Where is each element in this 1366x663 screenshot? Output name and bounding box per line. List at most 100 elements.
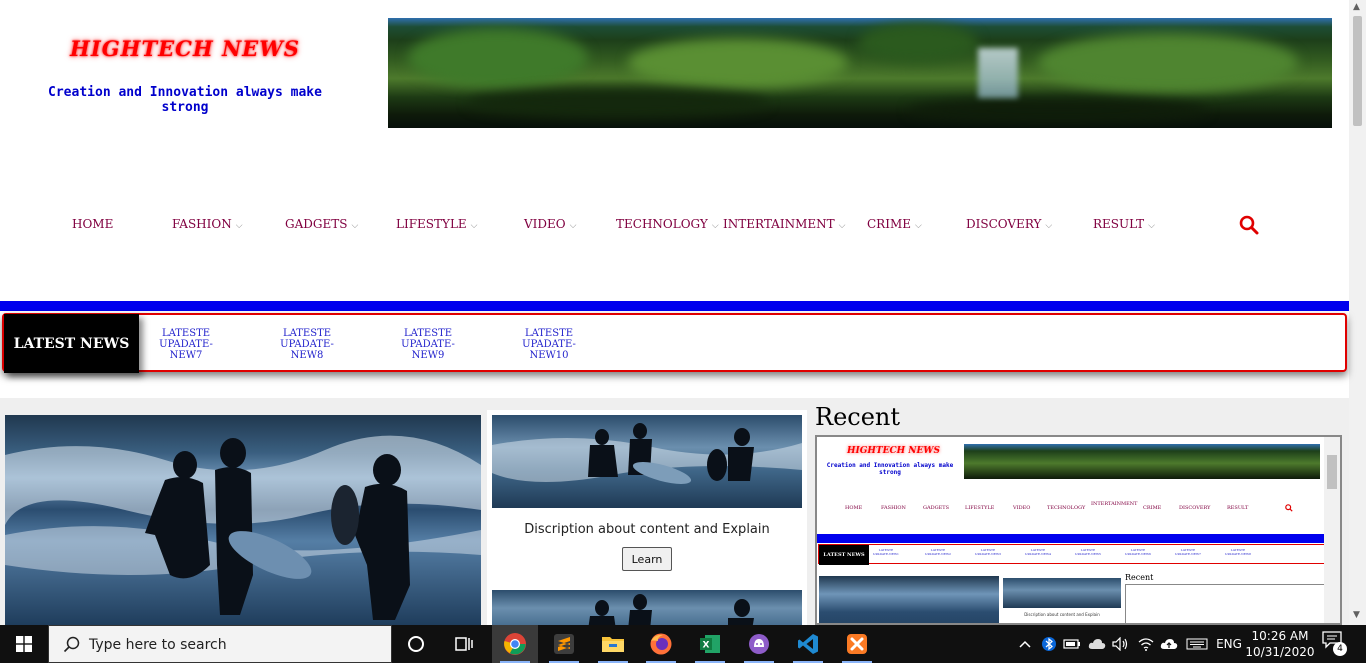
chevron-down-icon: ⌵ [838,221,846,231]
chevron-down-icon: ⌵ [1148,221,1155,231]
nav-technology[interactable]: TECHNOLOGY ⌵ [616,217,719,231]
preview-ticker-item: LATESTE UPADATE-NEW8 [1225,548,1251,556]
github-desktop-icon[interactable] [736,625,782,663]
bluetooth-icon[interactable] [1040,625,1058,663]
preview-recent-heading: Recent [1125,573,1154,582]
nav-intertainment[interactable]: INTERTAINMENT ⌵ [723,217,845,231]
nav-label: GADGETS [285,217,348,231]
preview-tagline: Creation and Innovation always make stro… [826,462,954,476]
taskbar-search[interactable]: Type here to search [48,625,392,663]
excel-icon[interactable]: X [687,625,733,663]
site-tagline: Creation and Innovation always make stro… [48,85,322,115]
recent-heading: Recent [815,403,901,431]
onedrive-cloud-icon[interactable] [1087,625,1107,663]
content-card: Discription about content and Explain Le… [487,410,807,630]
search-placeholder: Type here to search [89,637,227,653]
chevron-down-icon: ⌵ [915,221,922,231]
preview-ticker-item: LATESTE UPADATE-NEW7 [1175,548,1201,556]
page-scrollbar[interactable]: ▲ ▼ [1349,0,1366,625]
clock-time: 10:26 AM [1251,629,1309,643]
preview-nav-item: LIFESTYLE [965,505,995,511]
hero-surfers-image[interactable] [5,415,481,625]
nav-label: HOME [72,217,114,231]
preview-latest-label: LATEST NEWS [819,545,869,565]
preview-nav-item: FASHION [881,505,906,511]
nav-label: FASHION [172,217,232,231]
ticker-item[interactable]: LATESTE UPADATE-NEW9 [388,328,468,361]
vscode-icon[interactable] [785,625,831,663]
browser-viewport: HIGHTECH NEWS Creation and Innovation al… [0,0,1366,663]
preview-ticker-item: LATESTE UPADATE-NEW5 [1075,548,1101,556]
ticker-item[interactable]: LATESTE UPADATE-NEW8 [267,328,347,361]
preview-hero-image [819,576,999,623]
learn-button[interactable]: Learn [622,547,672,571]
nav-video[interactable]: VIDEO ⌵ [524,217,576,231]
card-description: Discription about content and Explain [524,522,770,537]
scroll-up-icon[interactable]: ▲ [1353,2,1360,12]
latest-news-ticker: LATEST NEWS LATESTE UPADATE-NEW7 LATESTE… [2,313,1347,373]
preview-nav-item: TECHNOLOGY [1047,505,1086,511]
card-image[interactable] [492,415,802,508]
nav-label: TECHNOLOGY [616,217,708,231]
preview-ticker-item: LATESTE UPADATE-NEW3 [975,548,1001,556]
nav-gadgets[interactable]: GADGETS ⌵ [285,217,358,231]
nav-lifestyle[interactable]: LIFESTYLE ⌵ [396,217,478,231]
chrome-icon[interactable] [492,625,538,663]
nav-crime[interactable]: CRIME ⌵ [867,217,922,231]
clock-date: 10/31/2020 [1245,645,1315,659]
cortana-icon[interactable] [393,625,439,663]
accent-bar [0,301,1349,311]
chevron-down-icon: ⌵ [351,221,359,231]
cloud-upload-icon[interactable] [1159,625,1179,663]
nav-home[interactable]: HOME [72,217,113,231]
taskbar-clock[interactable]: 10:26 AM 10/31/2020 [1244,628,1316,660]
nav-label: LIFESTYLE [396,217,467,231]
language-indicator[interactable]: ENG [1214,625,1244,663]
chevron-down-icon: ⌵ [235,221,243,231]
recent-embedded-preview[interactable]: HIGHTECH NEWS Creation and Innovation al… [815,435,1342,625]
windows-logo-icon [16,636,32,652]
show-hidden-icons-chevron-up-icon[interactable] [1016,625,1034,663]
nav-label: DISCOVERY [966,217,1042,231]
xampp-icon[interactable] [834,625,880,663]
windows-start-button[interactable] [0,625,48,663]
battery-icon[interactable] [1062,625,1082,663]
site-title[interactable]: HIGHTECH NEWS [70,36,300,61]
preview-ticker-item: LATESTE UPADATE-NEW4 [1025,548,1051,556]
nav-label: RESULT [1093,217,1145,231]
nav-result[interactable]: RESULT ⌵ [1093,217,1155,231]
preview-ticker-item: LATESTE UPADATE-NEW2 [925,548,951,556]
nav-discovery[interactable]: DISCOVERY ⌵ [966,217,1052,231]
card-image[interactable] [492,590,802,630]
preview-card-image [1003,578,1121,608]
action-center-button[interactable]: 4 [1322,631,1348,657]
preview-accent-bar [817,534,1326,543]
preview-card: Discription about content and Explain [1003,576,1121,623]
preview-nav-item: GADGETS [923,505,950,511]
wifi-icon[interactable] [1136,625,1156,663]
sublime-text-icon[interactable] [541,625,587,663]
ticker-item[interactable]: LATESTE UPADATE-NEW7 [146,328,226,361]
ticker-item[interactable]: LATESTE UPADATE-NEW10 [509,328,589,361]
chevron-down-icon: ⌵ [470,221,478,231]
notification-count-badge: 4 [1333,642,1347,656]
preview-ticker-item: LATESTE UPADATE-NEW6 [1125,548,1151,556]
scrollbar-thumb[interactable] [1353,16,1362,126]
scroll-down-icon[interactable]: ▼ [1353,610,1360,620]
nav-label: CRIME [867,217,912,231]
preview-scrollbar-thumb[interactable] [1327,455,1337,489]
firefox-icon[interactable] [638,625,684,663]
file-explorer-icon[interactable] [590,625,636,663]
nav-label: VIDEO [524,217,566,231]
preview-ticker-item: LATESTE UPADATE-NEW1 [873,548,899,556]
preview-recent-box [1125,584,1325,623]
chevron-down-icon: ⌵ [569,221,577,231]
nav-fashion[interactable]: FASHION ⌵ [172,217,243,231]
latest-news-label: LATEST NEWS [4,314,139,373]
keyboard-icon[interactable] [1184,625,1210,663]
search-icon[interactable] [1239,215,1259,235]
task-view-icon[interactable] [441,625,487,663]
preview-scrollbar[interactable] [1324,437,1340,623]
preview-nav-item: DISCOVERY [1179,505,1211,511]
volume-icon[interactable] [1111,625,1131,663]
